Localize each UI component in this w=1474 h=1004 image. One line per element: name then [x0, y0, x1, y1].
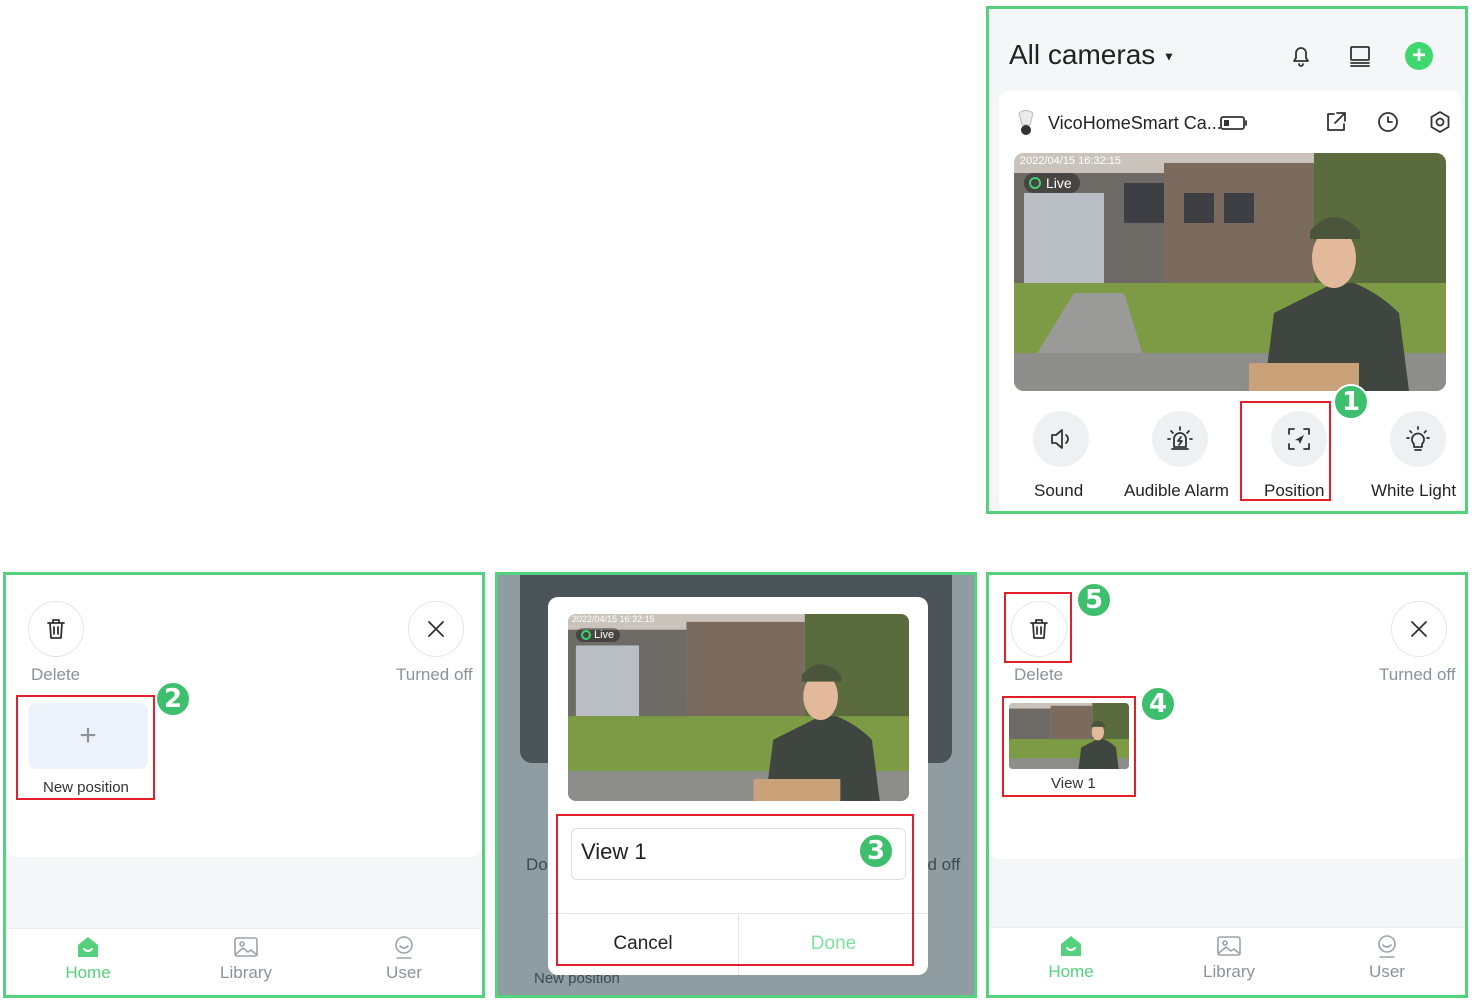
tab-home[interactable]: Home: [1031, 934, 1111, 982]
live-dot-icon: [1029, 177, 1041, 189]
turned-off-label: Turned off: [1379, 665, 1456, 684]
bottom-tab-bar: Home Library User: [989, 927, 1465, 995]
sound-button[interactable]: [1033, 411, 1089, 467]
highlight-delete: [1004, 592, 1072, 663]
bg-delete-label: Do: [526, 855, 548, 874]
live-badge: Live: [1024, 173, 1080, 193]
delete-label: Delete: [31, 665, 81, 684]
live-dot-icon: [581, 630, 591, 640]
dialog-timestamp: 2022/04/15 16:32:15: [572, 614, 655, 624]
highlight-position: [1240, 401, 1331, 501]
live-video-feed[interactable]: 2022/04/15 16:32:15 Live: [1014, 153, 1446, 391]
tab-user[interactable]: User: [364, 935, 444, 983]
highlight-saved-view: [1002, 696, 1136, 797]
camera-thumb-icon: [1015, 109, 1037, 137]
lightbulb-icon: [1406, 426, 1430, 451]
tab-library[interactable]: Library: [206, 935, 286, 983]
audible-alarm-label: Audible Alarm: [1124, 481, 1229, 500]
home-icon: [78, 937, 98, 957]
chevron-down-icon: ▼: [1163, 49, 1175, 64]
tab-library[interactable]: Library: [1189, 934, 1269, 982]
add-camera-button[interactable]: +: [1405, 42, 1433, 70]
close-icon: [428, 621, 444, 637]
image-icon: [234, 937, 258, 957]
turned-off-label: Turned off: [396, 665, 473, 684]
image-icon: [1217, 936, 1241, 956]
turned-off-button[interactable]: [408, 601, 464, 657]
camera-card: VicoHomeSmart Ca... 2022/04/15 16:32:15 …: [999, 91, 1461, 511]
step-marker-3: 3: [858, 833, 894, 869]
white-light-label: White Light: [1371, 481, 1457, 500]
settings-icon[interactable]: [1427, 109, 1453, 135]
camera-home-panel: All cameras ▼ + VicoHomeSmart Ca... 2022…: [986, 6, 1468, 514]
tab-user[interactable]: User: [1347, 934, 1427, 982]
tab-home[interactable]: Home: [48, 935, 128, 983]
sound-label: Sound: [1034, 481, 1084, 500]
timestamp: 2022/04/15 16:32:15: [1020, 155, 1121, 167]
step-marker-5: 5: [1076, 582, 1112, 618]
step-marker-1: 1: [1333, 384, 1369, 420]
layout-icon[interactable]: [1346, 42, 1374, 70]
speaker-icon: [1051, 429, 1069, 449]
alarm-icon: [1167, 426, 1193, 450]
delete-button[interactable]: [28, 601, 84, 657]
dialog-live-badge: Live: [576, 628, 621, 642]
page-title[interactable]: All cameras ▼: [1009, 39, 1175, 71]
turned-off-button[interactable]: [1391, 601, 1447, 657]
home-icon: [1061, 936, 1081, 956]
device-name[interactable]: VicoHomeSmart Ca...: [1048, 113, 1222, 134]
bottom-tab-bar: Home Library User: [6, 928, 482, 995]
delete-label: Delete: [1014, 665, 1064, 684]
user-icon: [1378, 935, 1396, 958]
history-icon[interactable]: [1375, 109, 1401, 135]
share-icon[interactable]: [1323, 109, 1349, 135]
user-icon: [395, 936, 413, 959]
dialog-video-preview: 2022/04/15 16:32:15 Live: [568, 614, 909, 801]
bell-icon[interactable]: [1287, 42, 1315, 70]
battery-icon: [1220, 115, 1248, 131]
step-marker-2: 2: [155, 681, 191, 717]
trash-icon: [47, 619, 65, 639]
step-marker-4: 4: [1140, 686, 1176, 722]
highlight-new-position: [16, 695, 155, 800]
audible-alarm-button[interactable]: [1152, 411, 1208, 467]
highlight-name-dialog: [556, 814, 914, 966]
white-light-button[interactable]: [1390, 411, 1446, 467]
close-icon: [1411, 621, 1427, 637]
